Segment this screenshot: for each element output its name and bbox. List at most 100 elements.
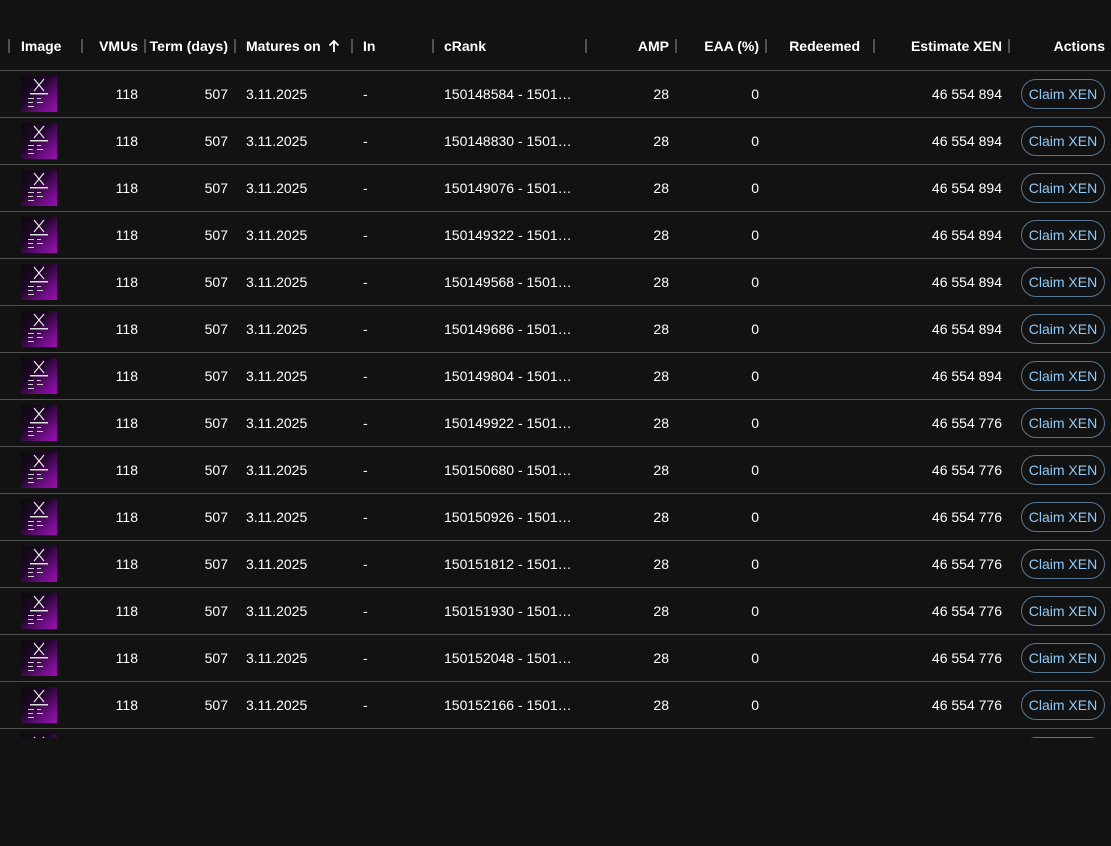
xenft-thumbnail[interactable] <box>21 452 57 488</box>
column-header-crank[interactable]: cRank <box>444 21 486 71</box>
cell-crank: 150151812 - 150151929 <box>444 556 579 572</box>
xenft-thumbnail[interactable] <box>21 311 57 347</box>
column-header-redeemed[interactable]: Redeemed <box>776 21 860 71</box>
column-separator[interactable] <box>81 39 83 53</box>
column-separator[interactable] <box>585 39 587 53</box>
claim-xen-button[interactable]: Claim XEN <box>1021 502 1105 532</box>
cell-amp: 28 <box>653 556 669 572</box>
cell-vmus: 118 <box>115 462 138 478</box>
cell-crank <box>444 729 579 738</box>
column-separator[interactable] <box>873 39 875 53</box>
table-row[interactable]: 118 507 3.11.2025 - 150148830 - 150148947 28 0… <box>0 118 1111 165</box>
column-separator[interactable] <box>234 39 236 53</box>
table-row[interactable]: Claim XEN <box>0 729 1111 738</box>
claim-xen-button[interactable]: Claim XEN <box>1021 173 1105 203</box>
table-row[interactable]: 118 507 3.11.2025 - 150151930 - 150152047 28 0… <box>0 588 1111 635</box>
claim-xen-button[interactable]: Claim XEN <box>1021 361 1105 391</box>
column-header-in[interactable]: In <box>363 21 375 71</box>
claim-xen-button[interactable]: Claim XEN <box>1021 126 1105 156</box>
claim-xen-button[interactable]: Claim XEN <box>1021 408 1105 438</box>
xenft-thumbnail[interactable] <box>21 123 57 159</box>
xenft-thumbnail[interactable] <box>21 217 57 253</box>
column-header-matures[interactable]: Matures on <box>246 21 341 71</box>
xenft-thumbnail[interactable] <box>21 546 57 582</box>
column-header-term[interactable]: Term (days) <box>148 21 228 71</box>
cell-eaa: 0 <box>751 274 759 290</box>
cell-vmus: 118 <box>115 650 138 666</box>
table-row[interactable]: 118 507 3.11.2025 - 150149922 - 150150039 28 0… <box>0 400 1111 447</box>
xenft-thumbnail[interactable] <box>21 264 57 300</box>
cell-in: - <box>363 274 368 290</box>
table-row[interactable]: 118 507 3.11.2025 - 150149076 - 150149193 28 0… <box>0 165 1111 212</box>
column-header-amp[interactable]: AMP <box>600 21 669 71</box>
cell-matures: 3.11.2025 <box>246 227 308 243</box>
claim-xen-button[interactable]: Claim XEN <box>1021 314 1105 344</box>
xenft-thumbnail[interactable] <box>21 405 57 441</box>
claim-xen-button[interactable]: Claim XEN <box>1021 596 1105 626</box>
cell-crank: 150148584 - 150148701 <box>444 86 579 102</box>
column-separator[interactable] <box>765 39 767 53</box>
cell-redeemed <box>776 118 860 164</box>
table-row[interactable]: 118 507 3.11.2025 - 150152166 - 150152283 28 0… <box>0 682 1111 729</box>
cell-redeemed <box>776 729 860 738</box>
xenft-thumbnail[interactable] <box>21 499 57 535</box>
grid-body: 118 507 3.11.2025 - 150148584 - 150148701 28 0… <box>0 71 1111 738</box>
xenft-thumbnail[interactable] <box>21 734 57 738</box>
claim-xen-button[interactable]: Claim XEN <box>1021 643 1105 673</box>
cell-amp: 28 <box>653 462 669 478</box>
table-row[interactable]: 118 507 3.11.2025 - 150151812 - 150151929 28 0… <box>0 541 1111 588</box>
cell-vmus: 118 <box>115 180 138 196</box>
xenft-thumbnail[interactable] <box>21 687 57 723</box>
table-row[interactable]: 118 507 3.11.2025 - 150149804 - 150149921 28 0… <box>0 353 1111 400</box>
xenft-thumbnail[interactable] <box>21 76 57 112</box>
cell-in: - <box>363 321 368 337</box>
column-separator[interactable] <box>432 39 434 53</box>
cell-redeemed <box>776 71 860 117</box>
arrow-up-icon[interactable] <box>327 39 341 53</box>
column-header-vmus[interactable]: VMUs <box>90 21 138 71</box>
xenft-thumbnail[interactable] <box>21 358 57 394</box>
column-separator[interactable] <box>675 39 677 53</box>
cell-crank: 150148830 - 150148947 <box>444 133 579 149</box>
cell-term: 507 <box>204 368 228 384</box>
column-separator[interactable] <box>351 39 353 53</box>
cell-redeemed <box>776 447 860 493</box>
table-row[interactable]: 118 507 3.11.2025 - 150149568 - 150149685 28 0… <box>0 259 1111 306</box>
cell-estimate-xen: 46 554 894 <box>931 321 1002 337</box>
cell-term: 507 <box>204 133 228 149</box>
table-row[interactable]: 118 507 3.11.2025 - 150149686 - 150149803 28 0… <box>0 306 1111 353</box>
cell-matures: 3.11.2025 <box>246 180 308 196</box>
cell-matures: 3.11.2025 <box>246 556 308 572</box>
xenft-thumbnail[interactable] <box>21 593 57 629</box>
column-separator[interactable] <box>144 39 146 53</box>
column-header-eaa[interactable]: EAA (%) <box>684 21 759 71</box>
column-header-estimate-xen[interactable]: Estimate XEN <box>890 21 1002 71</box>
cell-redeemed <box>776 494 860 540</box>
cell-in: - <box>363 650 368 666</box>
table-row[interactable]: 118 507 3.11.2025 - 150150680 - 150150797 28 0… <box>0 447 1111 494</box>
claim-xen-button[interactable]: Claim XEN <box>1021 455 1105 485</box>
xenft-thumbnail[interactable] <box>21 640 57 676</box>
column-separator[interactable] <box>8 39 10 53</box>
claim-xen-button[interactable]: Claim XEN <box>1021 267 1105 297</box>
column-separator[interactable] <box>1008 39 1010 53</box>
claim-xen-button[interactable]: Claim XEN <box>1021 737 1105 738</box>
cell-eaa: 0 <box>751 227 759 243</box>
cell-crank: 150149076 - 150149193 <box>444 180 579 196</box>
claim-xen-button[interactable]: Claim XEN <box>1021 549 1105 579</box>
cell-in: - <box>363 368 368 384</box>
table-row[interactable]: 118 507 3.11.2025 - 150148584 - 150148701 28 0… <box>0 71 1111 118</box>
cell-redeemed <box>776 353 860 399</box>
table-row[interactable]: 118 507 3.11.2025 - 150150926 - 150151043 28 0… <box>0 494 1111 541</box>
claim-xen-button[interactable]: Claim XEN <box>1021 79 1105 109</box>
cell-term <box>148 729 228 738</box>
cell-in: - <box>363 180 368 196</box>
xenft-thumbnail[interactable] <box>21 170 57 206</box>
claim-xen-button[interactable]: Claim XEN <box>1021 220 1105 250</box>
table-row[interactable]: 118 507 3.11.2025 - 150149322 - 150149439 28 0… <box>0 212 1111 259</box>
claim-xen-button[interactable]: Claim XEN <box>1021 690 1105 720</box>
table-row[interactable]: 118 507 3.11.2025 - 150152048 - 150152165 28 0… <box>0 635 1111 682</box>
cell-amp: 28 <box>653 509 669 525</box>
cell-redeemed <box>776 635 860 681</box>
column-header-image[interactable]: Image <box>21 21 61 71</box>
